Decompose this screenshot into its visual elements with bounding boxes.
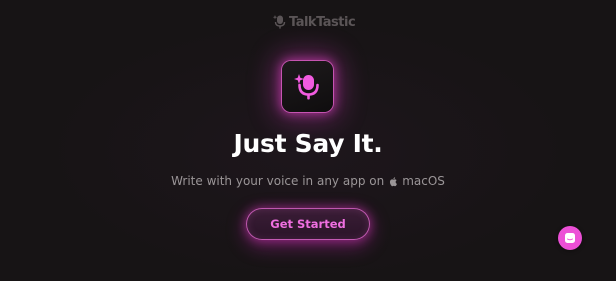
brand-name: TalkTastic <box>289 14 356 30</box>
get-started-button[interactable]: Get Started <box>246 208 370 240</box>
chat-widget-button[interactable] <box>558 226 582 250</box>
app-icon <box>282 61 333 112</box>
apple-icon <box>390 176 398 186</box>
microphone-sparkle-icon <box>272 15 286 29</box>
subtitle-text: Write with your voice in any app on <box>171 174 385 188</box>
page-headline: Just Say It. <box>233 129 383 158</box>
subtitle: Write with your voice in any app on macO… <box>0 174 616 188</box>
chat-icon <box>565 233 575 243</box>
microphone-sparkle-icon <box>293 73 319 99</box>
brand-logo[interactable]: TalkTastic <box>272 12 356 32</box>
platform-name: macOS <box>402 174 445 188</box>
